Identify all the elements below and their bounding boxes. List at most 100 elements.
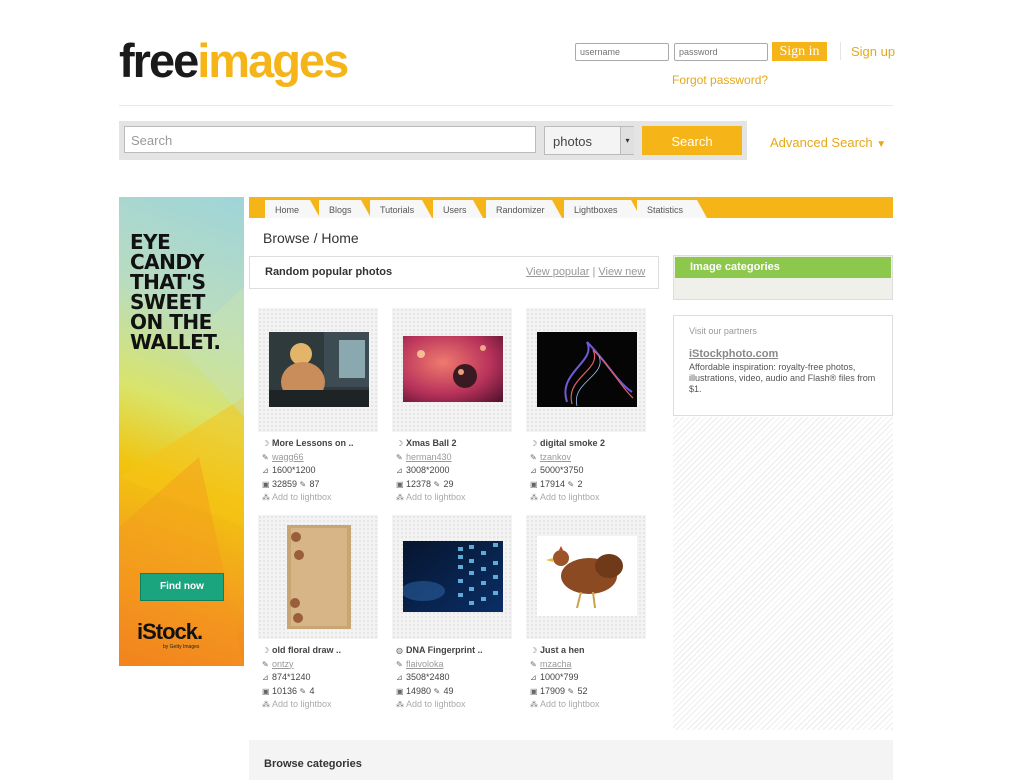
resolution-icon: ⊿: [396, 466, 403, 475]
site-logo[interactable]: freeimages: [119, 34, 349, 87]
view-popular-link[interactable]: View popular: [526, 266, 589, 278]
photo-meta-5: ◍ DNA Fingerprint .. ✎ flaivoloka ⊿ 3508*24…: [396, 644, 483, 712]
photo-views: 17909: [540, 685, 566, 696]
logo-text-free: free: [119, 34, 199, 87]
tab-users[interactable]: Users: [433, 200, 483, 218]
lightbox-icon: ⁂: [396, 493, 404, 502]
tab-statistics[interactable]: Statistics: [637, 200, 707, 218]
comment-icon: ✎: [567, 479, 575, 489]
lightbox-icon: ⁂: [530, 493, 538, 502]
search-button[interactable]: Search: [642, 126, 742, 155]
photo-image-4: [287, 525, 351, 629]
photo-comments: 29: [443, 478, 454, 489]
photo-resolution: 1600*1200: [272, 465, 316, 475]
resolution-icon: ⊿: [530, 466, 537, 475]
tab-home[interactable]: Home: [265, 200, 320, 218]
ad-headline: EYE CANDY THAT'S SWEET ON THE WALLET.: [130, 230, 221, 354]
add-to-lightbox-link[interactable]: Add to lightbox: [406, 699, 466, 709]
photo-comments: 2: [577, 478, 583, 489]
user-icon: ✎: [396, 452, 403, 462]
photo-title[interactable]: More Lessons on ..: [272, 438, 354, 448]
photo-views: 32859: [272, 478, 298, 489]
tab-randomizer[interactable]: Randomizer: [486, 200, 562, 218]
photo-user[interactable]: herman430: [406, 452, 452, 462]
photo-views: 14980: [406, 685, 432, 696]
select-arrow-icon[interactable]: ▾: [620, 127, 634, 154]
photo-thumb-4[interactable]: [258, 515, 378, 639]
photo-thumb-2[interactable]: [392, 308, 512, 432]
photo-thumb-6[interactable]: [526, 515, 646, 639]
ad-find-now-button[interactable]: Find now: [140, 573, 224, 601]
photo-resolution: 3008*2000: [406, 465, 450, 475]
tab-tutorials[interactable]: Tutorials: [370, 200, 432, 218]
tab-lightboxes[interactable]: Lightboxes: [564, 200, 641, 218]
photo-comments: 49: [443, 685, 454, 696]
moon-icon: ☽: [396, 439, 404, 448]
forgot-password-link[interactable]: Forgot password?: [672, 73, 768, 87]
photo-title[interactable]: DNA Fingerprint ..: [406, 645, 483, 655]
photo-meta-4: ☽ old floral draw .. ✎ ontzy ⊿ 874*1240 ▣ 10…: [262, 644, 341, 712]
sign-in-button[interactable]: Sign in: [772, 42, 827, 61]
photo-user[interactable]: mzacha: [540, 659, 572, 669]
photo-views: 12378: [406, 478, 432, 489]
globe-icon: ◍: [396, 646, 403, 655]
comment-icon: ✎: [567, 686, 575, 696]
resolution-icon: ⊿: [530, 673, 537, 682]
links-separator: |: [592, 266, 596, 278]
sidebar-stripes: [673, 417, 893, 730]
header-divider: [840, 42, 841, 60]
tab-blogs[interactable]: Blogs: [319, 200, 371, 218]
chevron-down-icon: ▼: [876, 139, 887, 150]
photo-image-1: [269, 332, 369, 407]
photo-user[interactable]: tzankov: [540, 452, 571, 462]
photo-title[interactable]: digital smoke 2: [540, 438, 605, 448]
photo-resolution: 5000*3750: [540, 465, 584, 475]
partner-description: Affordable inspiration: royalty-free pho…: [689, 362, 876, 394]
partner-istock-link[interactable]: iStockphoto.com: [689, 348, 778, 360]
photo-resolution: 1000*799: [540, 672, 579, 682]
photo-comments: 4: [309, 685, 315, 696]
comment-icon: ✎: [299, 479, 307, 489]
photo-comments: 87: [309, 478, 320, 489]
user-icon: ✎: [262, 452, 269, 462]
search-input[interactable]: Search: [124, 126, 536, 153]
ad-banner[interactable]: EYE CANDY THAT'S SWEET ON THE WALLET. Find n…: [119, 197, 244, 666]
moon-icon: ☽: [262, 646, 270, 655]
image-categories-title[interactable]: Image categories: [675, 257, 891, 278]
username-input[interactable]: [575, 43, 669, 61]
add-to-lightbox-link[interactable]: Add to lightbox: [406, 492, 466, 502]
view-new-link[interactable]: View new: [598, 266, 645, 278]
photo-views: 10136: [272, 685, 298, 696]
add-to-lightbox-link[interactable]: Add to lightbox: [272, 699, 332, 709]
password-input[interactable]: [674, 43, 768, 61]
comment-icon: ✎: [433, 479, 441, 489]
add-to-lightbox-link[interactable]: Add to lightbox: [540, 492, 600, 502]
photo-title[interactable]: Just a hen: [540, 645, 585, 655]
save-icon: ▣: [396, 479, 404, 489]
photo-title[interactable]: Xmas Ball 2: [406, 438, 457, 448]
photo-image-2: [403, 336, 503, 402]
photo-image-6: [537, 536, 637, 616]
add-to-lightbox-link[interactable]: Add to lightbox: [272, 492, 332, 502]
save-icon: ▣: [262, 479, 270, 489]
resolution-icon: ⊿: [262, 673, 269, 682]
photo-thumb-3[interactable]: [526, 308, 646, 432]
lightbox-icon: ⁂: [262, 493, 270, 502]
header-rule: [119, 105, 893, 106]
advanced-search-label: Advanced Search: [770, 135, 873, 150]
photo-user[interactable]: ontzy: [272, 659, 294, 669]
photo-thumb-5[interactable]: [392, 515, 512, 639]
sign-up-link[interactable]: Sign up: [851, 44, 895, 59]
photo-thumb-1[interactable]: [258, 308, 378, 432]
photo-title[interactable]: old floral draw ..: [272, 645, 341, 655]
photo-meta-3: ☽ digital smoke 2 ✎ tzankov ⊿ 5000*3750 ▣ 17…: [530, 437, 605, 505]
user-icon: ✎: [530, 452, 537, 462]
moon-icon: ☽: [262, 439, 270, 448]
photo-resolution: 874*1240: [272, 672, 311, 682]
photo-resolution: 3508*2480: [406, 672, 450, 682]
logo-text-images: images: [197, 34, 349, 87]
advanced-search-link[interactable]: Advanced Search ▼: [770, 135, 886, 150]
photo-user[interactable]: wagg66: [272, 452, 304, 462]
photo-user[interactable]: flaivoloka: [406, 659, 444, 669]
add-to-lightbox-link[interactable]: Add to lightbox: [540, 699, 600, 709]
